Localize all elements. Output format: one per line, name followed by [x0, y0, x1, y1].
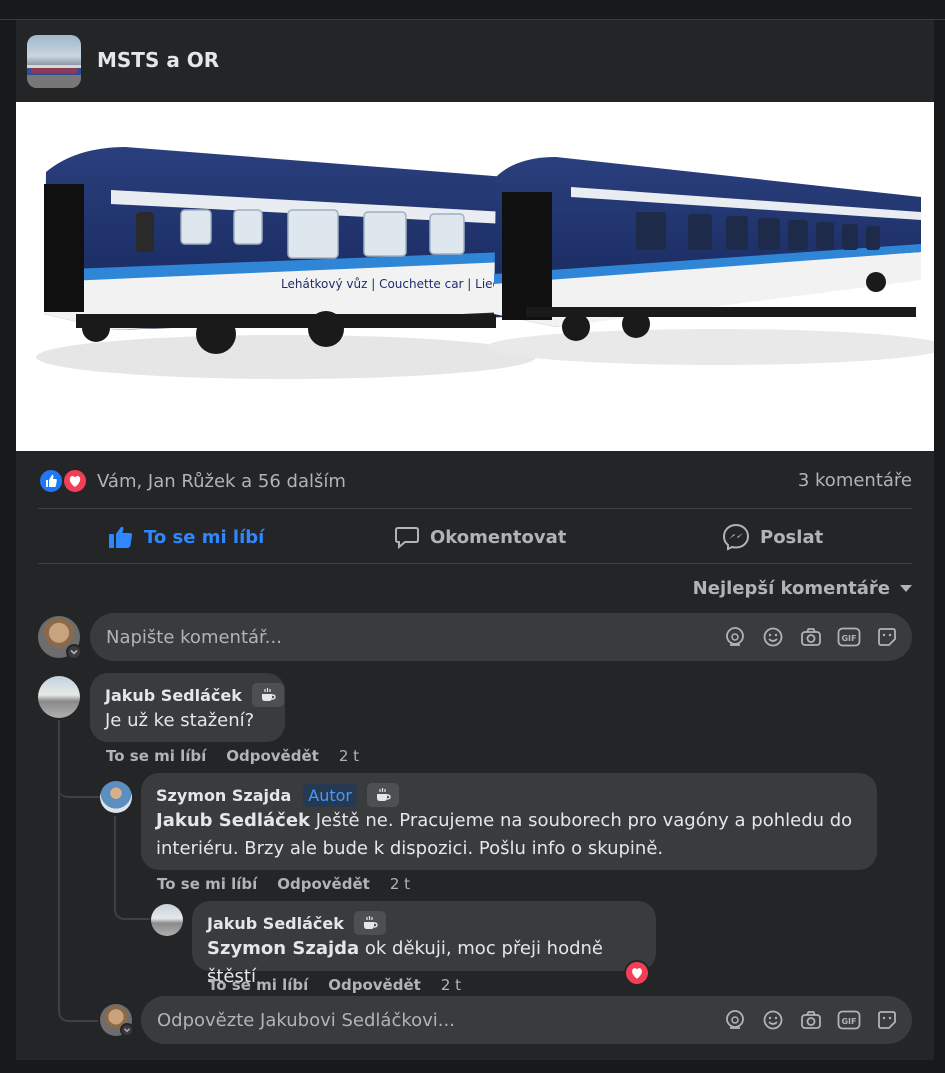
post-card: MSTS a OR Lehátkový vůz | Couchette car … — [16, 20, 934, 1060]
reply-input[interactable]: Odpovězte Jakubovi Sedláčkovi... GIF — [141, 996, 912, 1044]
comment-input-placeholder: Napište komentář... — [106, 627, 282, 648]
train-coaches-image: Lehátkový vůz | Couchette car | Liegewag… — [36, 147, 934, 379]
svg-text:GIF: GIF — [841, 634, 856, 643]
author-name[interactable]: Szymon Szajda — [156, 786, 291, 805]
sort-label: Nejlepší komentáře — [692, 578, 890, 599]
comment-reply-link[interactable]: Odpovědět — [328, 976, 421, 994]
post-header: MSTS a OR — [16, 20, 934, 102]
comment-bubble-icon — [395, 527, 419, 549]
reply-connector — [58, 750, 100, 798]
comment-time[interactable]: 2 t — [390, 875, 410, 893]
comment-reply-link[interactable]: Odpovědět — [226, 747, 319, 765]
comment-like-link[interactable]: To se mi líbí — [157, 875, 257, 893]
comment-time[interactable]: 2 t — [441, 976, 461, 994]
author-name[interactable]: Jakub Sedláček — [105, 686, 242, 705]
gif-icon[interactable]: GIF — [836, 1008, 862, 1032]
like-button-label: To se mi líbí — [144, 526, 265, 548]
divider — [38, 563, 912, 564]
love-reaction-icon — [62, 468, 88, 494]
avatar-sticker-icon[interactable] — [722, 625, 748, 649]
page-avatar[interactable] — [27, 35, 81, 88]
comment-bubble: Jakub Sedláček Szymon Szajda ok děkuji, … — [192, 901, 656, 987]
author-badge: Autor — [303, 783, 357, 807]
comment-author: Jakub Sedláček — [105, 683, 284, 707]
comment-time[interactable]: 2 t — [339, 747, 359, 765]
mention[interactable]: Szymon Szajda — [207, 938, 359, 959]
comment-meta: To se mi líbí Odpovědět 2 t — [208, 976, 461, 994]
mention[interactable]: Jakub Sedláček — [156, 810, 310, 831]
commenter-avatar[interactable] — [38, 676, 80, 718]
comment-text: Je už ke stažení? — [105, 710, 255, 731]
author-name[interactable]: Jakub Sedláček — [207, 914, 344, 933]
divider — [38, 508, 912, 509]
comment-bubble: Jakub Sedláček Je už ke stažení? — [90, 673, 285, 742]
reaction-icons[interactable] — [38, 468, 90, 494]
comment-sort-dropdown[interactable]: Nejlepší komentáře — [693, 578, 912, 599]
comment-meta: To se mi líbí Odpovědět 2 t — [106, 747, 359, 765]
comments-count[interactable]: 3 komentáře — [798, 470, 912, 491]
post-photo[interactable]: Lehátkový vůz | Couchette car | Liegewag… — [16, 102, 934, 451]
camera-icon[interactable] — [798, 625, 824, 649]
comment-button-label: Okomentovat — [430, 526, 567, 548]
svg-text:GIF: GIF — [841, 1017, 856, 1026]
post-actions: To se mi líbí Okomentovat Poslat — [38, 510, 912, 564]
comment-author: Jakub Sedláček — [207, 911, 386, 935]
avatar-sticker-icon[interactable] — [722, 1008, 748, 1032]
heart-reaction-icon[interactable] — [624, 960, 650, 986]
top-fan-coffee-icon[interactable] — [353, 911, 386, 935]
commenter-avatar[interactable] — [151, 904, 183, 936]
like-button[interactable]: To se mi líbí — [108, 510, 264, 564]
camera-icon[interactable] — [798, 1008, 824, 1032]
reply-input-tools: GIF — [722, 1008, 900, 1032]
comment-text: Jakub Sedláček Ještě ne. Pracujeme na so… — [156, 807, 852, 835]
avatar-dropdown-icon[interactable] — [120, 1023, 134, 1037]
sticker-icon[interactable] — [874, 625, 900, 649]
gif-icon[interactable]: GIF — [836, 625, 862, 649]
comment-text-line1: Ještě ne. Pracujeme na souborech pro vag… — [310, 810, 853, 831]
avatar-dropdown-icon[interactable] — [66, 644, 82, 660]
commenter-avatar[interactable] — [100, 781, 132, 813]
top-fan-coffee-icon[interactable] — [367, 783, 399, 807]
comment-meta: To se mi líbí Odpovědět 2 t — [157, 875, 410, 893]
comment-author: Szymon Szajda Autor — [156, 783, 399, 807]
like-reaction-icon — [38, 468, 64, 494]
comment-like-link[interactable]: To se mi líbí — [208, 976, 308, 994]
messenger-icon — [722, 523, 750, 551]
comment-text-line2: interiéru. Brzy ale bude k dispozici. Po… — [156, 838, 664, 859]
send-button-label: Poslat — [760, 526, 824, 548]
comment-button[interactable]: Okomentovat — [394, 510, 566, 564]
caret-down-icon — [900, 585, 912, 592]
comment-bubble: Szymon Szajda Autor Jakub Sedláček Ještě… — [141, 773, 877, 870]
comment-like-link[interactable]: To se mi líbí — [106, 747, 206, 765]
thumbs-up-icon — [109, 526, 133, 548]
reactions-bar: Vám, Jan Růžek a 56 dalším 3 komentáře — [38, 465, 912, 495]
reactions-summary[interactable]: Vám, Jan Růžek a 56 dalším — [97, 471, 346, 492]
top-fan-coffee-icon[interactable] — [251, 683, 284, 707]
emoji-icon[interactable] — [760, 625, 786, 649]
comment-input[interactable]: Napište komentář... GIF — [90, 613, 912, 661]
reply-input-placeholder: Odpovězte Jakubovi Sedláčkovi... — [157, 1010, 455, 1031]
sticker-icon[interactable] — [874, 1008, 900, 1032]
send-button[interactable]: Poslat — [722, 510, 823, 564]
emoji-icon[interactable] — [760, 1008, 786, 1032]
comment-input-tools: GIF — [722, 625, 900, 649]
comment-reply-link[interactable]: Odpovědět — [277, 875, 370, 893]
page-name[interactable]: MSTS a OR — [97, 48, 219, 72]
